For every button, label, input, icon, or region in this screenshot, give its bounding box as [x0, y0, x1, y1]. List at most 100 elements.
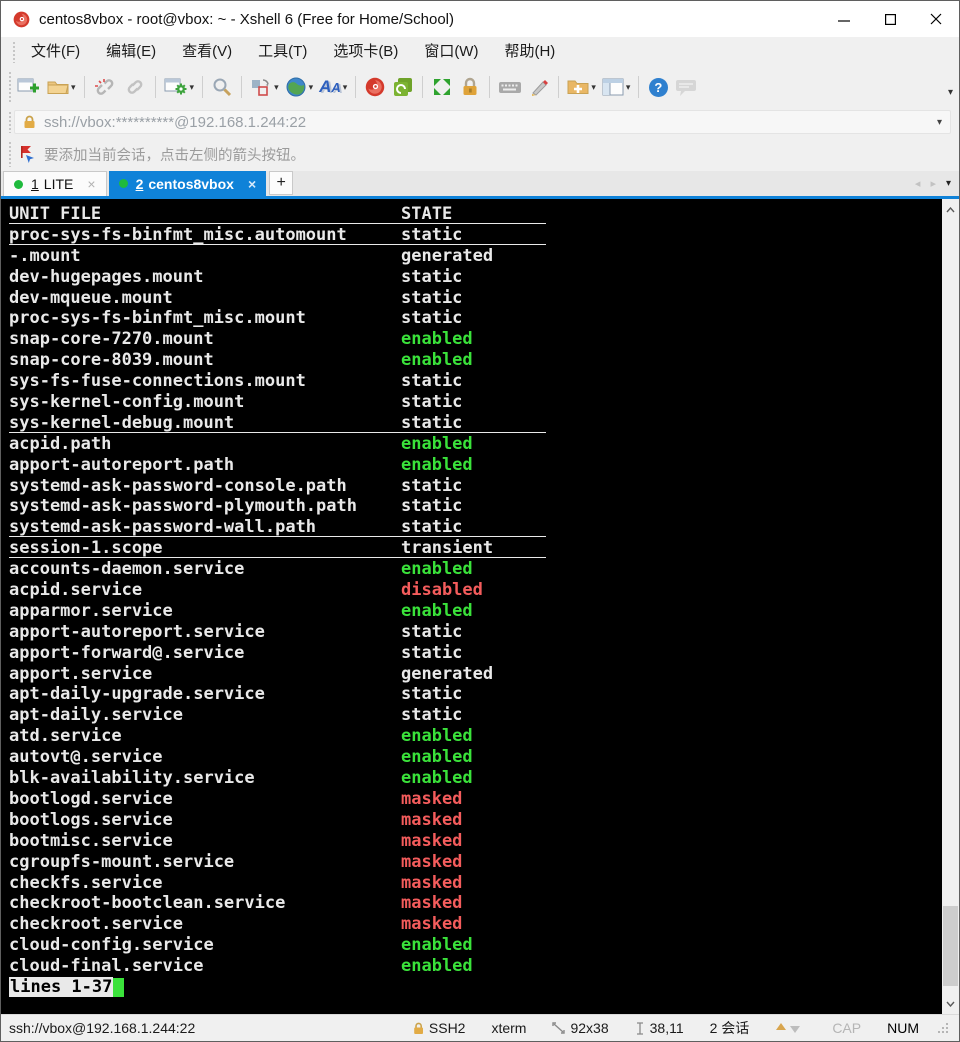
scroll-up-button[interactable]	[942, 201, 959, 218]
unit-file-cell: checkfs.service	[9, 873, 163, 893]
help-icon: ?	[649, 78, 668, 97]
find-button[interactable]	[208, 73, 236, 101]
maximize-icon	[885, 14, 896, 25]
menu-item-4[interactable]: 选项卡(B)	[320, 37, 411, 67]
chevron-down-icon[interactable]: ▾	[937, 117, 942, 128]
chevron-down-icon[interactable]: ▾	[190, 82, 195, 93]
unit-file-cell: bootlogs.service	[9, 810, 173, 830]
session-status-dot	[119, 179, 128, 188]
xftp-button[interactable]	[389, 73, 417, 101]
layout-button[interactable]: ▾	[247, 73, 282, 101]
xshell-button[interactable]	[361, 73, 389, 101]
state-cell: static	[401, 225, 462, 246]
status-scroll-arrows[interactable]	[775, 1022, 806, 1034]
chevron-down-icon[interactable]: ▾	[274, 82, 279, 93]
tab-close-icon[interactable]: ×	[87, 177, 95, 191]
terminal-row: apparmor.serviceenabled	[9, 601, 546, 622]
tab-list-dropdown-icon[interactable]: ▾	[946, 178, 951, 189]
chevron-down-icon[interactable]: ▾	[343, 82, 348, 93]
state-cell: static	[401, 288, 462, 309]
minimize-button[interactable]	[821, 1, 867, 37]
toolbar-gripper[interactable]	[8, 111, 12, 133]
state-cell: enabled	[401, 455, 473, 476]
menu-item-2[interactable]: 查看(V)	[169, 37, 245, 67]
open-session-button[interactable]: ▾	[44, 73, 79, 101]
new-tab-button[interactable]: +	[269, 171, 293, 195]
terminal-row: sys-fs-fuse-connections.mountstatic	[9, 371, 546, 392]
unit-file-header: UNIT FILE	[9, 204, 101, 224]
lock-icon	[461, 77, 479, 97]
disconnect-button[interactable]	[90, 73, 120, 101]
keyboard-button[interactable]	[495, 73, 525, 101]
terminal-row: checkfs.service masked	[9, 873, 546, 894]
close-icon	[930, 13, 942, 25]
scroll-down-button[interactable]	[942, 995, 959, 1012]
maximize-button[interactable]	[867, 1, 913, 37]
toolbar-gripper[interactable]	[8, 141, 12, 167]
menu-item-1[interactable]: 编辑(E)	[93, 37, 169, 67]
state-cell: enabled	[401, 747, 473, 768]
terminal-row: snap-core-8039.mountenabled	[9, 350, 546, 371]
session-properties-button[interactable]: ▾	[161, 73, 198, 101]
tab-centos8vbox[interactable]: 2 centos8vbox ×	[109, 171, 267, 196]
tab-lite[interactable]: 1 LITE ×	[3, 171, 107, 196]
chevron-down-icon[interactable]: ▾	[626, 82, 631, 93]
chevron-down-icon[interactable]: ▾	[591, 82, 596, 93]
tab-number: 2	[136, 176, 144, 192]
status-bar: ssh://vbox@192.168.1.244:22 SSH2 xterm 9…	[1, 1014, 959, 1041]
terminal-row: proc-sys-fs-binfmt_misc.automountstatic	[9, 225, 546, 246]
help-button[interactable]: ?	[644, 73, 672, 101]
reconnect-icon	[123, 77, 147, 97]
lock-icon	[23, 115, 36, 129]
toolbar-gripper[interactable]	[12, 41, 16, 63]
toolbar-separator	[558, 76, 559, 98]
chevron-down-icon[interactable]: ▾	[71, 82, 76, 93]
menu-item-0[interactable]: 文件(F)	[18, 37, 93, 67]
disconnect-icon	[93, 77, 117, 97]
status-session-count: 2 会话	[710, 1018, 750, 1038]
menu-item-5[interactable]: 窗口(W)	[411, 37, 491, 67]
terminal-row: apport-autoreport.pathenabled	[9, 455, 546, 476]
state-cell: masked	[401, 852, 462, 873]
unit-file-cell: bootlogd.service	[9, 789, 173, 809]
terminal-row: apt-daily.servicestatic	[9, 705, 546, 726]
open-folder-icon	[47, 78, 69, 96]
feedback-button[interactable]	[672, 73, 700, 101]
font-button[interactable]: AA ▾	[316, 73, 350, 101]
caret-position-icon	[635, 1022, 645, 1035]
menu-item-6[interactable]: 帮助(H)	[491, 37, 568, 67]
chevron-down-icon[interactable]: ▾	[309, 82, 314, 93]
address-field[interactable]: ssh://vbox:**********@192.168.1.244:22 ▾	[14, 110, 951, 134]
tab-number: 1	[31, 176, 39, 192]
terminal-scrollbar[interactable]	[942, 199, 959, 1014]
encoding-button[interactable]: ▾	[282, 73, 317, 101]
close-button[interactable]	[913, 1, 959, 37]
tab-scroll-right-icon[interactable]: ▸	[930, 177, 936, 190]
fullscreen-button[interactable]	[428, 73, 456, 101]
minimize-icon	[838, 13, 850, 25]
state-cell: static	[401, 308, 462, 329]
menu-item-3[interactable]: 工具(T)	[245, 37, 320, 67]
tab-scroll-left-icon[interactable]: ◂	[915, 177, 921, 190]
terminal-row: autovt@.serviceenabled	[9, 747, 546, 768]
new-session-button[interactable]	[14, 73, 44, 101]
state-cell: masked	[401, 873, 462, 894]
new-folder-button[interactable]: ▾	[564, 73, 599, 101]
terminal-screen[interactable]: UNIT FILE STATE proc-sys-fs-binfmt_misc.…	[1, 199, 959, 1014]
unit-file-cell: systemd-ask-password-console.path	[9, 476, 347, 496]
tab-close-icon[interactable]: ×	[248, 177, 256, 191]
scrollbar-thumb[interactable]	[943, 906, 958, 986]
unit-file-cell: apport.service	[9, 664, 152, 684]
state-cell: generated	[401, 246, 493, 267]
state-cell: static	[401, 476, 462, 497]
new-session-icon	[17, 77, 41, 97]
resize-grip[interactable]	[937, 1022, 949, 1034]
lock-button[interactable]	[456, 73, 484, 101]
unit-file-cell: checkroot.service	[9, 914, 183, 934]
toolbar-gripper[interactable]	[8, 71, 12, 103]
reconnect-button[interactable]	[120, 73, 150, 101]
window-layout-button[interactable]: ▾	[599, 73, 634, 101]
toolbar-overflow-button[interactable]: ▾	[948, 87, 953, 98]
highlight-button[interactable]	[525, 73, 553, 101]
terminal-row: bootlogd.servicemasked	[9, 789, 546, 810]
